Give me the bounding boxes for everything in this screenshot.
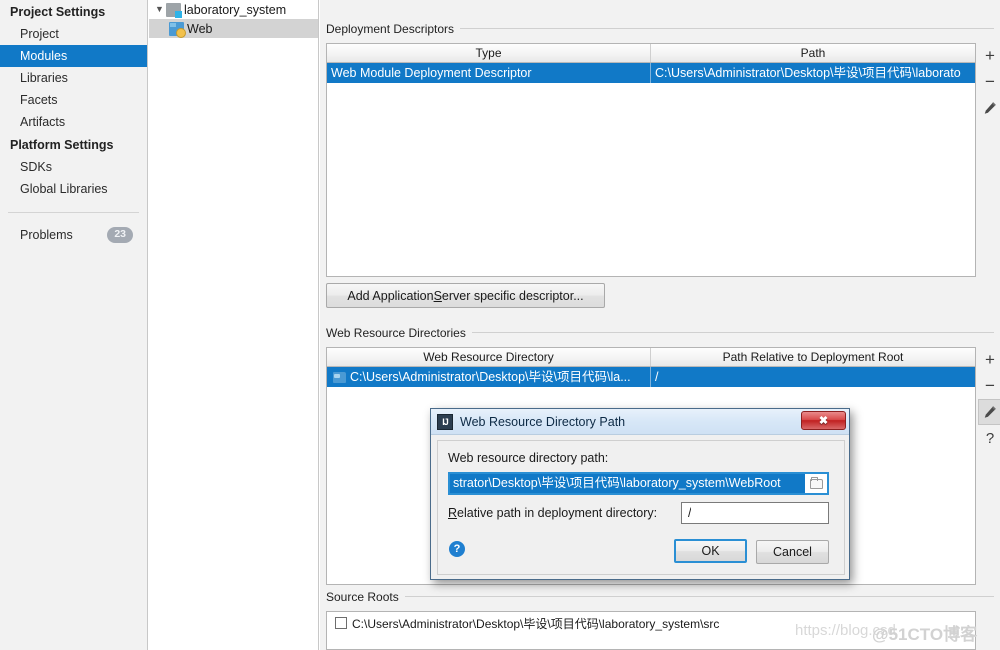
source-root-path: C:\Users\Administrator\Desktop\毕设\项目代码\l…: [352, 616, 720, 631]
tree-node-laboratory-system[interactable]: ▼ laboratory_system: [149, 0, 318, 19]
relative-path-label: Relative path in deployment directory:: [448, 506, 657, 520]
sidebar-item-problems[interactable]: Problems 23: [0, 223, 147, 247]
relative-path-input[interactable]: /: [681, 502, 829, 524]
cell-type: Web Module Deployment Descriptor: [327, 63, 651, 83]
folder-icon: [809, 476, 823, 489]
relative-path-label-mnemonic: R: [448, 506, 458, 520]
source-root-checkbox[interactable]: [335, 617, 347, 629]
sidebar-item-global-libraries[interactable]: Global Libraries: [0, 178, 147, 200]
web-facet-icon: [169, 21, 186, 38]
close-icon[interactable]: ✖: [801, 411, 846, 430]
sidebar-item-facets[interactable]: Facets: [0, 89, 147, 111]
dialog-title-bar[interactable]: IJ Web Resource Directory Path ✖: [431, 409, 849, 435]
sidebar-group-platform-settings: Platform Settings: [10, 138, 114, 152]
dialog-title: Web Resource Directory Path: [460, 414, 626, 429]
help-resource-dir-button[interactable]: ?: [978, 425, 1000, 451]
problems-count-badge: 23: [107, 227, 133, 243]
web-resource-directory-path-label: Web resource directory path:: [448, 451, 609, 465]
sidebar-divider: [8, 212, 139, 213]
chevron-down-icon[interactable]: ▼: [153, 0, 166, 19]
sidebar-item-problems-label: Problems: [20, 228, 73, 242]
web-resource-directories-toolbar: + − ?: [978, 347, 1000, 467]
settings-sidebar: Project Settings Project Modules Librari…: [0, 0, 148, 650]
dialog-body: Web resource directory path: strator\Des…: [437, 440, 845, 575]
remove-descriptor-button[interactable]: −: [978, 69, 1000, 95]
column-header-type[interactable]: Type: [327, 44, 651, 62]
intellij-idea-icon: IJ: [437, 413, 453, 430]
web-resource-directory-path-input[interactable]: strator\Desktop\毕设\项目代码\laboratory_syste…: [448, 472, 829, 495]
ok-button[interactable]: OK: [674, 539, 747, 563]
cell-web-resource-directory: C:\Users\Administrator\Desktop\毕设\项目代码\l…: [327, 367, 651, 387]
sidebar-item-modules[interactable]: Modules: [0, 45, 147, 67]
pencil-icon: [984, 102, 996, 114]
deployment-descriptors-rule: [460, 28, 994, 29]
module-tree: ▼ laboratory_system Web: [149, 0, 319, 650]
sidebar-item-libraries[interactable]: Libraries: [0, 67, 147, 89]
module-icon: [166, 2, 182, 18]
source-roots-title: Source Roots: [326, 590, 405, 604]
cancel-button[interactable]: Cancel: [756, 540, 829, 564]
edit-resource-dir-button[interactable]: [978, 399, 1000, 425]
column-header-web-resource-directory[interactable]: Web Resource Directory: [327, 348, 651, 366]
browse-folder-button[interactable]: [805, 474, 827, 493]
tree-node-label: laboratory_system: [184, 2, 287, 17]
sidebar-item-sdks[interactable]: SDKs: [0, 156, 147, 178]
sidebar-item-artifacts[interactable]: Artifacts: [0, 111, 147, 133]
add-application-server-descriptor-suffix: erver specific descriptor...: [441, 288, 584, 303]
cell-path-relative: /: [655, 370, 659, 384]
web-resource-directory-path-value: strator\Desktop\毕设\项目代码\laboratory_syste…: [450, 474, 805, 493]
list-item[interactable]: C:\Users\Administrator\Desktop\毕设\项目代码\l…: [327, 612, 975, 634]
column-header-path[interactable]: Path: [651, 44, 975, 62]
source-roots-list[interactable]: C:\Users\Administrator\Desktop\毕设\项目代码\l…: [326, 611, 976, 650]
add-application-server-descriptor-mnemonic: S: [433, 288, 442, 303]
relative-path-label-rest: elative path in deployment directory:: [457, 506, 658, 520]
deployment-descriptors-table[interactable]: Type Path Web Module Deployment Descript…: [326, 43, 976, 277]
help-icon[interactable]: ?: [449, 541, 465, 557]
cell-path: C:\Users\Administrator\Desktop\毕设\项目代码\l…: [655, 66, 961, 80]
source-roots-rule: [398, 596, 994, 597]
pencil-icon: [984, 406, 996, 418]
tree-node-label: Web: [187, 21, 213, 36]
folder-icon: [333, 371, 346, 383]
column-header-path-relative[interactable]: Path Relative to Deployment Root: [651, 348, 975, 366]
add-application-server-descriptor-button[interactable]: Add Application Server specific descript…: [326, 283, 605, 308]
table-header-row: Web Resource Directory Path Relative to …: [327, 348, 975, 367]
deployment-descriptors-title: Deployment Descriptors: [326, 22, 461, 36]
add-descriptor-button[interactable]: +: [978, 43, 1000, 69]
cell-web-resource-directory-text: C:\Users\Administrator\Desktop\毕设\项目代码\l…: [350, 370, 631, 384]
web-resource-directories-title: Web Resource Directories: [326, 326, 472, 340]
web-resource-directory-path-dialog: IJ Web Resource Directory Path ✖ Web res…: [430, 408, 850, 580]
table-header-row: Type Path: [327, 44, 975, 63]
deployment-descriptors-toolbar: + −: [978, 43, 1000, 143]
table-row[interactable]: Web Module Deployment Descriptor C:\User…: [327, 63, 975, 83]
add-resource-dir-button[interactable]: +: [978, 347, 1000, 373]
add-application-server-descriptor-prefix: Add Application: [347, 288, 434, 303]
edit-descriptor-button[interactable]: [978, 95, 1000, 121]
tree-node-web[interactable]: Web: [149, 19, 318, 38]
remove-resource-dir-button[interactable]: −: [978, 373, 1000, 399]
sidebar-item-project[interactable]: Project: [0, 23, 147, 45]
table-row[interactable]: C:\Users\Administrator\Desktop\毕设\项目代码\l…: [327, 367, 975, 387]
relative-path-value: /: [688, 506, 692, 520]
settings-window: Project Settings Project Modules Librari…: [0, 0, 1000, 650]
web-resource-directories-rule: [463, 332, 994, 333]
sidebar-group-project-settings: Project Settings: [10, 5, 106, 19]
